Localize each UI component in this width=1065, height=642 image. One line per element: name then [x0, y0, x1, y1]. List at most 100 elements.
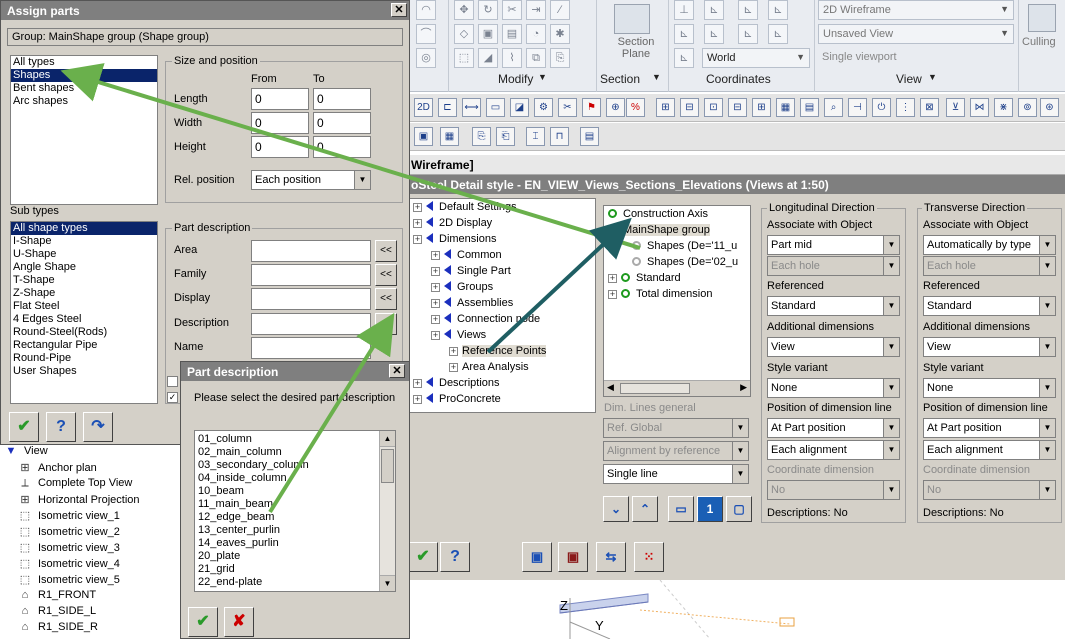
part-desc-list-item[interactable]: 22_end-plate — [195, 576, 395, 589]
bolt-icon[interactable]: ⊕ — [606, 98, 625, 117]
length-from-input[interactable]: 0 — [251, 88, 309, 110]
sub-type-list-item[interactable]: Round-Pipe — [11, 352, 157, 365]
assign-redo-button[interactable]: ↷ — [83, 412, 113, 442]
check-icon[interactable]: ⊚ — [1018, 98, 1037, 117]
sub-type-list-item[interactable]: Angle Shape — [11, 261, 157, 274]
scroll-right-icon[interactable]: ▶ — [740, 382, 747, 393]
width-to-input[interactable]: 0 — [313, 112, 371, 134]
ucs-icon[interactable]: ⊥ — [674, 0, 694, 20]
rail-icon[interactable]: ⊟ — [728, 98, 747, 117]
assign-ok-button[interactable]: ✔ — [9, 412, 39, 442]
weld-icon[interactable]: ⚙ — [534, 98, 553, 117]
rel-position-select[interactable]: Each position ▼ — [251, 170, 371, 190]
style-tree-item[interactable]: + Common — [431, 249, 502, 261]
view-tree-item[interactable]: ⌂ R1_SIDE_R — [18, 621, 98, 633]
style-tree-item[interactable]: + Dimensions — [413, 233, 496, 245]
family-pick-button[interactable]: << — [375, 264, 397, 286]
part-desc-list-item[interactable]: 13_center_purlin — [195, 524, 395, 537]
view-tree-item[interactable]: ⬚ Isometric view_5 — [18, 573, 120, 586]
panel-coordinates[interactable]: Coordinates — [706, 72, 771, 86]
dimension-tree-item[interactable]: MainShape group — [608, 224, 710, 236]
expand-icon[interactable]: + — [608, 290, 617, 299]
layout-1-button[interactable]: 1 — [697, 496, 723, 522]
part-desc-list-item[interactable]: 01_column — [195, 433, 395, 446]
expand-icon[interactable]: + — [449, 363, 458, 372]
section-plane-label[interactable]: Section Plane — [614, 36, 658, 60]
part-desc-list-item[interactable]: 03_secondary_column — [195, 459, 395, 472]
array-icon[interactable]: ▤ — [502, 24, 522, 44]
expand-icon[interactable]: + — [413, 219, 422, 228]
long-coord-select[interactable]: No ▼ — [767, 480, 900, 500]
layout-b-button[interactable]: ▢ — [726, 496, 752, 522]
save-button[interactable]: ▣ — [522, 542, 552, 572]
long-assoc-select[interactable]: Part mid ▼ — [767, 235, 900, 255]
chevron-down-icon[interactable]: ▼ — [538, 72, 547, 82]
height-to-input[interactable]: 0 — [313, 136, 371, 158]
scroll-left-icon[interactable]: ◀ — [607, 382, 614, 393]
anchor-icon[interactable]: ⊻ — [946, 98, 965, 117]
types-list[interactable]: All types Shapes Bent shapes Arc shapes — [10, 55, 158, 205]
ucs-object-icon[interactable]: ⊾ — [738, 24, 758, 44]
part-desc-list-item[interactable]: 21_grid — [195, 563, 395, 576]
type-list-item[interactable]: Arc shapes — [11, 95, 157, 108]
length-to-input[interactable]: 0 — [313, 88, 371, 110]
close-icon[interactable]: ✕ — [391, 3, 407, 17]
part-desc-list-item[interactable]: 04_inside_column — [195, 472, 395, 485]
type-list-item[interactable]: Bent shapes — [11, 82, 157, 95]
style-tree-item[interactable]: + Assemblies — [431, 297, 513, 309]
drawing-icon[interactable]: ▣ — [414, 127, 433, 146]
part-desc-cancel-button[interactable]: ✘ — [224, 607, 254, 637]
width-from-input[interactable]: 0 — [251, 112, 309, 134]
part-desc-list-item[interactable]: 11_main_beam — [195, 498, 395, 511]
single-line-select[interactable]: Single line ▼ — [603, 464, 749, 484]
trans-referenced-select[interactable]: Standard ▼ — [923, 296, 1056, 316]
description-input[interactable] — [251, 313, 371, 335]
viewport-label[interactable]: Single viewport — [822, 51, 897, 63]
export-button[interactable]: ⇆ — [596, 542, 626, 572]
trans-each-hole-select[interactable]: Each hole ▼ — [923, 256, 1056, 276]
style-tree-item[interactable]: + ProConcrete — [413, 393, 501, 405]
expand-icon[interactable]: + — [413, 379, 422, 388]
polyline-icon[interactable]: ⌒ — [416, 24, 436, 44]
scale-icon[interactable]: ▣ — [478, 24, 498, 44]
plate-icon[interactable]: ▦ — [776, 98, 795, 117]
sub-types-list[interactable]: All shape types I-Shape U-Shape Angle Shape… — [10, 221, 158, 404]
sub-type-list-item[interactable]: User Shapes — [11, 365, 157, 378]
sub-type-list-item[interactable]: Z-Shape — [11, 287, 157, 300]
grid-options-button[interactable]: ⁙ — [634, 542, 664, 572]
height-from-input[interactable]: 0 — [251, 136, 309, 158]
move-icon[interactable]: ✥ — [454, 0, 474, 20]
style-tree-item[interactable]: + Reference Points — [449, 345, 547, 357]
sub-type-list-item[interactable]: Round-Steel(Rods) — [11, 326, 157, 339]
panel-section[interactable]: Section — [600, 72, 640, 86]
option-checkbox-2[interactable]: ✓ — [167, 392, 178, 403]
zoom-icon[interactable]: ⌕ — [824, 98, 843, 117]
style-tree-item[interactable]: + Area Analysis — [449, 361, 529, 373]
column-icon[interactable]: ⊓ — [550, 127, 569, 146]
help-button[interactable]: ? — [440, 542, 470, 572]
view-tree-item[interactable]: ⬚ Isometric view_3 — [18, 541, 120, 554]
type-list-item[interactable]: All types — [11, 56, 157, 69]
brace-icon[interactable]: ⋈ — [970, 98, 989, 117]
view-tree-item[interactable]: ⌂ R1_FRONT — [18, 589, 96, 601]
sub-type-list-item[interactable]: All shape types — [11, 222, 157, 235]
style-tree-item[interactable]: + Single Part — [431, 265, 511, 277]
beam-icon[interactable]: ⊏ — [438, 98, 457, 117]
name-input[interactable] — [251, 337, 371, 359]
style-tree-item[interactable]: + Descriptions — [413, 377, 500, 389]
expand-icon[interactable]: + — [431, 299, 440, 308]
world-select[interactable]: World ▼ — [702, 48, 810, 68]
break-icon[interactable]: ⌇ — [502, 48, 522, 68]
style-tree-item[interactable]: +2D Display — [413, 217, 492, 229]
expand-icon[interactable]: + — [413, 203, 422, 212]
part-desc-list-item[interactable]: 02_main_column — [195, 446, 395, 459]
expand-icon[interactable]: + — [608, 274, 617, 283]
long-alignment-select[interactable]: Each alignment ▼ — [767, 440, 900, 460]
area-input[interactable] — [251, 240, 371, 262]
trans-style-select[interactable]: None ▼ — [923, 378, 1056, 398]
trans-alignment-select[interactable]: Each alignment ▼ — [923, 440, 1056, 460]
move-down-button[interactable]: ⌄ — [603, 496, 629, 522]
style-tree-item[interactable]: + Groups — [431, 281, 493, 293]
ucs-y-icon[interactable]: ⊾ — [768, 0, 788, 20]
long-referenced-select[interactable]: Standard ▼ — [767, 296, 900, 316]
